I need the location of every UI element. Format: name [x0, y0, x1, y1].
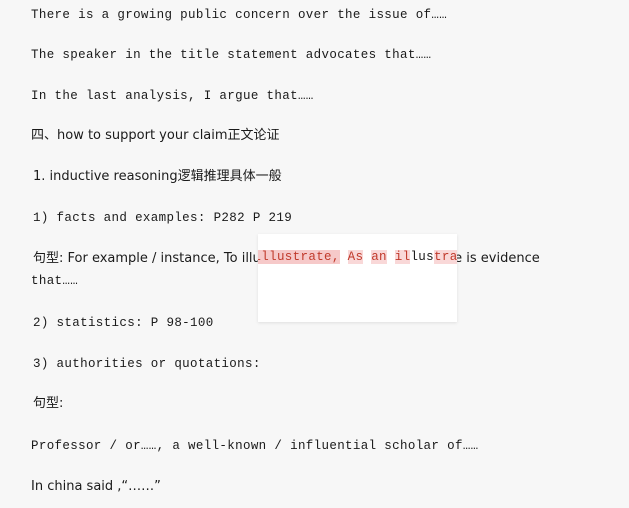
text-line-13: In china said ,“……”: [31, 479, 161, 494]
text-line-5: 1. inductive reasoning逻辑推理具体一般: [33, 169, 282, 184]
highlight-match-4: an: [371, 250, 387, 264]
highlight-match-1: illustrate: [258, 250, 332, 264]
text-line-8: that……: [31, 274, 79, 288]
text-line-3: In the last analysis, I argue that……: [31, 89, 314, 103]
highlight-match-6: tra: [434, 250, 457, 264]
highlight-match-3: As: [347, 250, 364, 264]
overlay-gap-4: lus: [410, 250, 435, 264]
text-line-1: There is a growing public concern over t…: [31, 8, 448, 22]
text-line-12: Professor / or……, a well-known / influen…: [31, 439, 479, 453]
overlay-gap-1: [340, 250, 348, 264]
heading-line-4: 四、how to support your claim正文论证: [31, 128, 280, 143]
overlay-gap-2: [363, 250, 371, 264]
document-page: There is a growing public concern over t…: [0, 0, 629, 508]
highlight-popup-panel[interactable]: 句型: For example / instance, To illustrat…: [258, 234, 457, 322]
highlight-match-5: il: [394, 250, 411, 264]
text-line-11: 句型:: [33, 396, 64, 411]
text-line-10: 3) authorities or quotations:: [33, 357, 261, 371]
text-line-2: The speaker in the title statement advoc…: [31, 48, 432, 62]
highlight-match-comma: ,: [331, 250, 340, 264]
text-line-9: 2) statistics: P 98-100: [33, 316, 214, 330]
overlay-gap-3: [387, 250, 395, 264]
text-line-6: 1) facts and examples: P282 P 219: [33, 211, 293, 225]
highlight-popup-text: 句型: For example / instance, To illustrat…: [258, 249, 457, 265]
